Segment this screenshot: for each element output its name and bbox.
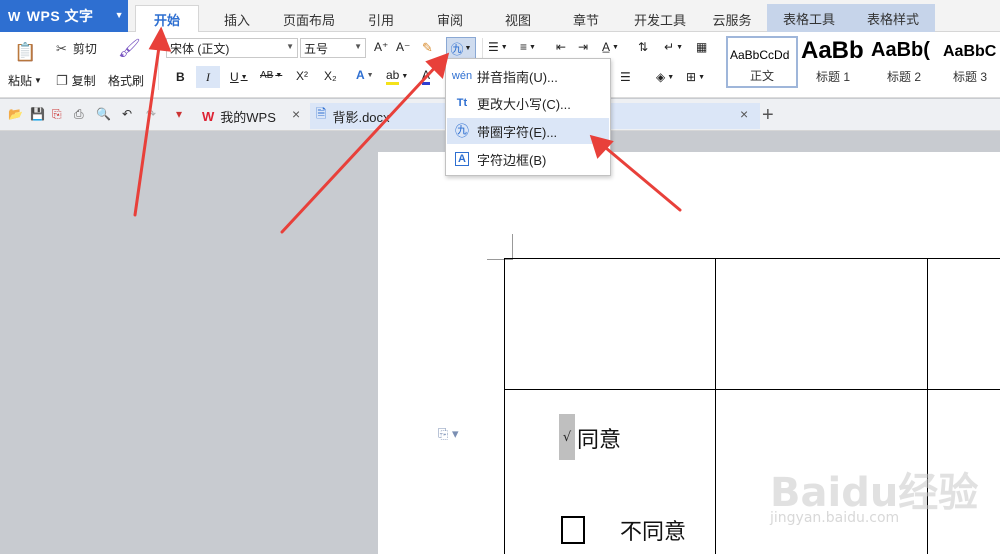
- empty-checkbox-char[interactable]: [561, 516, 585, 544]
- bold-button[interactable]: B: [176, 70, 185, 84]
- chevron-down-icon: ▼: [114, 10, 124, 20]
- italic-button[interactable]: I: [196, 66, 220, 88]
- tab-table-tools[interactable]: 表格工具: [767, 4, 851, 32]
- numbering-icon[interactable]: ≡ ▼: [520, 40, 536, 54]
- font-color-icon[interactable]: A: [422, 68, 431, 85]
- tab-home[interactable]: 开始: [135, 5, 199, 32]
- circled-char-icon: ㊈: [450, 41, 464, 57]
- print-icon[interactable]: ⎙: [74, 107, 84, 122]
- close-tab-icon[interactable]: ×: [292, 106, 300, 122]
- show-marks-icon[interactable]: ↵ ▼: [664, 40, 683, 54]
- crop-mark: [512, 234, 513, 260]
- cut-button[interactable]: ✂ 剪切: [56, 40, 97, 57]
- tab-page-layout[interactable]: 页面布局: [272, 6, 346, 32]
- new-tab-icon[interactable]: +: [762, 104, 774, 127]
- pinyin-icon: wén: [451, 70, 473, 82]
- close-tab-icon[interactable]: ×: [740, 106, 748, 122]
- borders-icon[interactable]: ⊞ ▼: [686, 70, 705, 84]
- table-row-line: [504, 389, 1000, 390]
- circled-char-icon: ㊈: [455, 123, 469, 139]
- font-size-select[interactable]: 五号 ▼: [300, 38, 366, 58]
- menu-item-enclosed-characters[interactable]: ㊈ 带圈字符(E)...: [447, 118, 609, 144]
- subscript-button[interactable]: X₂: [324, 69, 337, 83]
- tab-chapter[interactable]: 章节: [554, 6, 618, 32]
- superscript-button[interactable]: X²: [296, 69, 308, 83]
- underline-button[interactable]: U ▼: [230, 70, 248, 84]
- app-title: WPS 文字: [26, 8, 94, 24]
- decrease-indent-icon[interactable]: ⇤: [556, 40, 566, 54]
- strikethrough-button[interactable]: AB ▼: [260, 70, 282, 81]
- group-divider: [158, 38, 159, 90]
- customize-icon[interactable]: ▾: [176, 107, 182, 121]
- wps-logo-icon: W: [202, 108, 215, 124]
- char-border-icon: A: [447, 152, 477, 166]
- bullets-icon[interactable]: ☰ ▼: [488, 40, 508, 54]
- sort-icon[interactable]: ⇅: [638, 40, 648, 54]
- undo-icon[interactable]: ↶: [122, 107, 132, 121]
- style-normal[interactable]: AaBbCcDd 正文: [726, 36, 798, 88]
- group-divider: [482, 38, 483, 60]
- app-menu-button[interactable]: W WPS 文字 ▼: [0, 0, 128, 32]
- tab-references[interactable]: 引用: [350, 6, 412, 32]
- text-tools-dropdown-menu: wén 拼音指南(U)... Tt 更改大小写(C)... ㊈ 带圈字符(E).…: [445, 58, 611, 176]
- wps-logo-icon: W: [8, 8, 21, 24]
- char-spacing-icon[interactable]: A̲ ▼: [602, 40, 619, 54]
- print-preview-icon[interactable]: 🔍: [96, 107, 111, 121]
- open-folder-icon[interactable]: 📂: [8, 107, 23, 121]
- tab-table-style[interactable]: 表格样式: [851, 4, 935, 32]
- scissors-icon: ✂: [56, 40, 67, 56]
- copy-button[interactable]: ❐ 复制: [56, 72, 96, 89]
- tab-insert[interactable]: 插入: [205, 6, 269, 32]
- clear-format-icon[interactable]: ✎: [422, 40, 433, 56]
- doc-file-icon: 🗎: [316, 106, 327, 121]
- enclosed-character-button[interactable]: ㊈ ▼: [446, 37, 476, 59]
- watermark-url: jingyan.baidu.com: [770, 510, 900, 526]
- checked-box-char[interactable]: √: [559, 414, 575, 460]
- table-column-line: [715, 258, 716, 554]
- style-heading-2[interactable]: AaBb( 标题 2: [868, 36, 940, 88]
- shrink-font-button[interactable]: A⁻: [396, 40, 410, 54]
- grow-font-button[interactable]: A⁺: [374, 40, 388, 54]
- disagree-text[interactable]: 不同意: [620, 514, 686, 546]
- tab-view[interactable]: 视图: [486, 6, 550, 32]
- chevron-down-icon: ▼: [286, 42, 294, 51]
- tab-developer[interactable]: 开发工具: [622, 6, 698, 32]
- menu-item-character-border[interactable]: A 字符边框(B): [447, 146, 609, 172]
- chevron-down-icon: ▼: [354, 42, 362, 51]
- ribbon-tab-bar: W WPS 文字 ▼ 开始 插入 页面布局 引用 审阅 视图 章节 开发工具 云…: [0, 0, 1000, 32]
- tab-review[interactable]: 审阅: [418, 6, 482, 32]
- format-painter-icon[interactable]: 🖌: [118, 38, 141, 59]
- change-case-icon: Tt: [456, 97, 468, 109]
- styles-gallery: AaBbCcDd 正文 AaBb 标题 1 AaBb( 标题 2 AaBbC 标…: [726, 36, 1000, 88]
- style-heading-3[interactable]: AaBbC 标题 3: [940, 36, 1000, 88]
- export-pdf-icon[interactable]: ⎘: [52, 107, 62, 122]
- style-heading-1[interactable]: AaBb 标题 1: [798, 36, 868, 88]
- menu-item-change-case[interactable]: Tt 更改大小写(C)...: [447, 90, 609, 116]
- increase-indent-icon[interactable]: ⇥: [578, 40, 588, 54]
- agree-text[interactable]: 同意: [577, 422, 621, 454]
- highlight-icon[interactable]: ab ▼: [386, 68, 408, 85]
- table-grid-icon[interactable]: ▦: [696, 40, 707, 54]
- paste-options-icon[interactable]: ⎘ ▾: [438, 426, 459, 442]
- shading-icon[interactable]: ◈ ▼: [656, 70, 674, 84]
- paste-button[interactable]: 粘贴 ▼: [8, 72, 42, 89]
- redo-icon[interactable]: ↷: [146, 107, 156, 121]
- font-name-select[interactable]: 宋体 (正文) ▼: [166, 38, 298, 58]
- line-spacing-icon[interactable]: ☰: [620, 70, 631, 84]
- text-effect-icon[interactable]: A ▼: [356, 68, 374, 82]
- save-icon[interactable]: 💾: [30, 107, 45, 121]
- tab-cloud[interactable]: 云服务: [700, 6, 764, 32]
- paste-icon[interactable]: 📋: [14, 42, 36, 63]
- menu-item-phonetic-guide[interactable]: wén 拼音指南(U)...: [447, 63, 609, 89]
- format-painter-button[interactable]: 格式刷: [108, 72, 144, 89]
- copy-icon: ❐: [56, 72, 68, 88]
